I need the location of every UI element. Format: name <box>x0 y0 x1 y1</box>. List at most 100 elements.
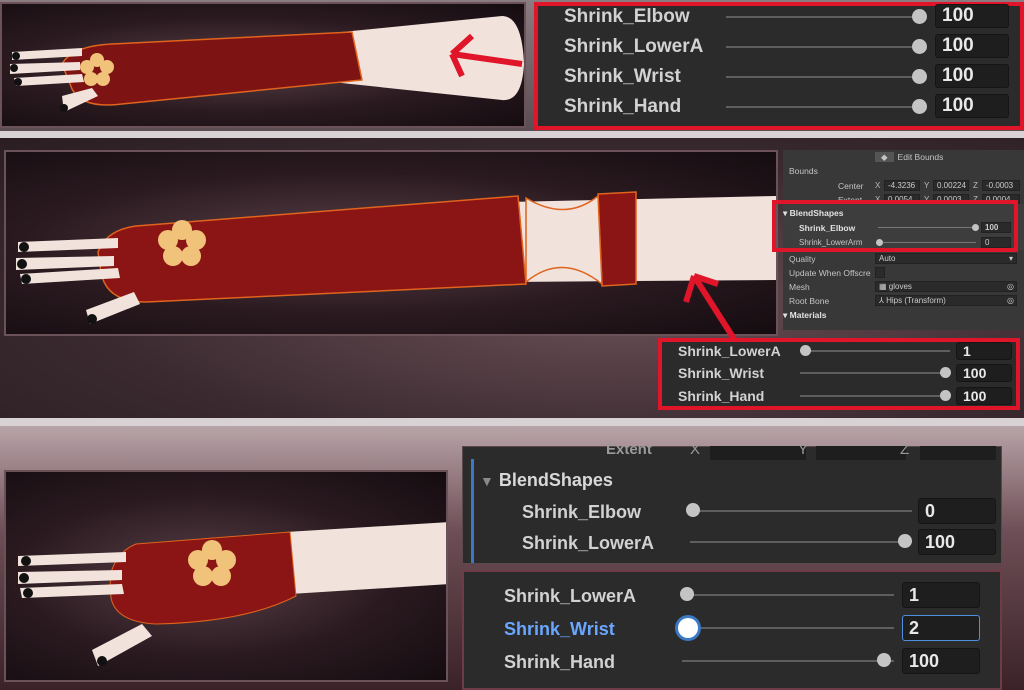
quality-label: Quality <box>789 254 816 264</box>
slider-knob[interactable] <box>940 390 951 401</box>
edit-bounds-label: Edit Bounds <box>897 152 944 162</box>
row-label: Shrink_Elbow <box>564 6 690 27</box>
axis-y: Y <box>924 181 930 190</box>
row-shrink-hand: Shrink_Hand <box>564 92 681 122</box>
row-shrink-lowera: Shrink_LowerA <box>564 32 703 62</box>
slider-knob[interactable] <box>686 503 700 517</box>
top-band <box>0 0 1024 132</box>
slider-track[interactable] <box>800 372 950 374</box>
value-field[interactable]: 1 <box>956 342 1012 360</box>
root-bone-field[interactable]: ⅄ Hips (Transform) ◎ <box>875 295 1017 306</box>
slider-knob[interactable] <box>877 653 891 667</box>
slider-track[interactable] <box>682 594 894 596</box>
value-field[interactable]: 100 <box>935 4 1009 28</box>
root-bone-label: Root Bone <box>789 296 830 306</box>
row-shrink-lowera: Shrink_LowerA <box>522 531 654 555</box>
row-label: Shrink_LowerA <box>522 532 655 553</box>
target-icon[interactable]: ◎ <box>1007 282 1016 291</box>
viewport-bottom[interactable] <box>4 470 448 682</box>
row-label: Shrink_LowerA <box>504 585 637 606</box>
slider-track[interactable] <box>682 627 894 629</box>
slider-knob[interactable] <box>912 69 927 84</box>
middle-band: ◆ Edit Bounds Bounds Center X -4.3236 Y 0… <box>0 138 1024 418</box>
dropdown-arrow-icon: ▾ <box>1008 254 1013 263</box>
slider-track[interactable] <box>800 395 950 397</box>
row-label: Shrink_Wrist <box>564 66 681 87</box>
row-label: Shrink_Hand <box>564 96 682 117</box>
foldout-arrow-icon: ▼ <box>480 473 494 489</box>
value-field[interactable]: 100 <box>935 64 1009 88</box>
slider-knob[interactable] <box>940 367 951 378</box>
viewport-top[interactable] <box>0 2 526 128</box>
row-label: Shrink_LowerA <box>678 343 781 359</box>
axis-z: Z <box>973 181 978 190</box>
row-shrink-elbow: Shrink_Elbow <box>564 2 690 32</box>
bounds-label: Bounds <box>789 166 818 176</box>
slider-track[interactable] <box>690 510 912 512</box>
extent-z-field[interactable] <box>920 446 996 460</box>
slider-knob[interactable] <box>898 534 912 548</box>
viewport-middle[interactable] <box>4 150 778 336</box>
slider-knob[interactable] <box>912 39 927 54</box>
center-y-field[interactable]: 0.00224 <box>933 180 969 191</box>
row-shrink-wrist: Shrink_Wrist <box>678 363 764 383</box>
slider-track[interactable] <box>726 46 922 48</box>
value-field[interactable]: 1 <box>902 582 980 608</box>
mesh-field[interactable]: ▦ gloves ◎ <box>875 281 1017 292</box>
axis-x: X <box>875 181 881 190</box>
row-label: Shrink_Hand <box>678 388 765 404</box>
row-shrink-hand: Shrink_Hand <box>678 386 764 406</box>
slider-knob[interactable] <box>680 587 694 601</box>
value-field[interactable]: 100 <box>918 529 996 555</box>
axis-x: X <box>690 441 701 458</box>
slider-track[interactable] <box>682 660 894 662</box>
red-arrow-middle <box>683 273 739 344</box>
row-shrink-lowera: Shrink_LowerA <box>678 341 781 361</box>
mesh-value: gloves <box>888 282 912 291</box>
blendshapes-header: BlendShapes <box>498 470 613 490</box>
root-bone-value: Hips (Transform) <box>886 296 946 305</box>
glove-render-bottom <box>18 522 446 666</box>
row-label: Shrink_Hand <box>504 651 616 672</box>
slider-knob[interactable] <box>912 99 927 114</box>
glove-render-middle <box>16 191 776 324</box>
quality-dropdown[interactable]: Auto ▾ <box>875 253 1017 264</box>
row-label: Shrink_Elbow <box>522 501 642 522</box>
extent-x-field[interactable] <box>710 446 806 460</box>
axis-y: Y <box>798 441 809 458</box>
row-label: Shrink_Wrist <box>678 365 765 381</box>
value-field-focused[interactable]: 2 <box>902 615 980 641</box>
blendshapes-foldout[interactable]: ▼ BlendShapes <box>480 470 613 491</box>
edit-bounds-button[interactable]: ◆ Edit Bounds <box>875 152 943 163</box>
red-arrow-top <box>449 33 523 78</box>
slider-knob[interactable] <box>800 345 811 356</box>
update-offscreen-checkbox[interactable] <box>875 267 885 278</box>
value-field[interactable]: 100 <box>902 648 980 674</box>
row-shrink-wrist: Shrink_Wrist <box>504 617 615 641</box>
target-icon[interactable]: ◎ <box>1007 296 1016 305</box>
update-offscreen-label: Update When Offscre <box>789 268 871 278</box>
row-shrink-wrist: Shrink_Wrist <box>564 62 681 92</box>
value-field[interactable]: 100 <box>935 34 1009 58</box>
center-z-field[interactable]: -0.0003 <box>982 180 1020 191</box>
value-field[interactable]: 100 <box>956 364 1012 382</box>
value-field[interactable]: 100 <box>935 94 1009 118</box>
row-shrink-elbow: Shrink_Elbow <box>522 500 641 524</box>
slider-knob-focused[interactable] <box>678 618 698 638</box>
slider-track[interactable] <box>690 541 912 543</box>
row-label: Shrink_LowerA <box>564 36 704 57</box>
mesh-icon: ▦ <box>879 282 889 291</box>
extent-y-field[interactable] <box>816 446 906 460</box>
value-field[interactable]: 0 <box>918 498 996 524</box>
slider-knob[interactable] <box>912 9 927 24</box>
slider-track[interactable] <box>800 350 950 352</box>
extent-label: Extent <box>606 441 652 458</box>
materials-foldout[interactable]: ▾ Materials <box>783 310 827 321</box>
materials-header: Materials <box>789 310 827 320</box>
slider-track[interactable] <box>726 76 922 78</box>
center-x-field[interactable]: -4.3236 <box>884 180 920 191</box>
slider-track[interactable] <box>726 106 922 108</box>
slider-track[interactable] <box>726 16 922 18</box>
mesh-label: Mesh <box>789 282 810 292</box>
value-field[interactable]: 100 <box>956 387 1012 405</box>
